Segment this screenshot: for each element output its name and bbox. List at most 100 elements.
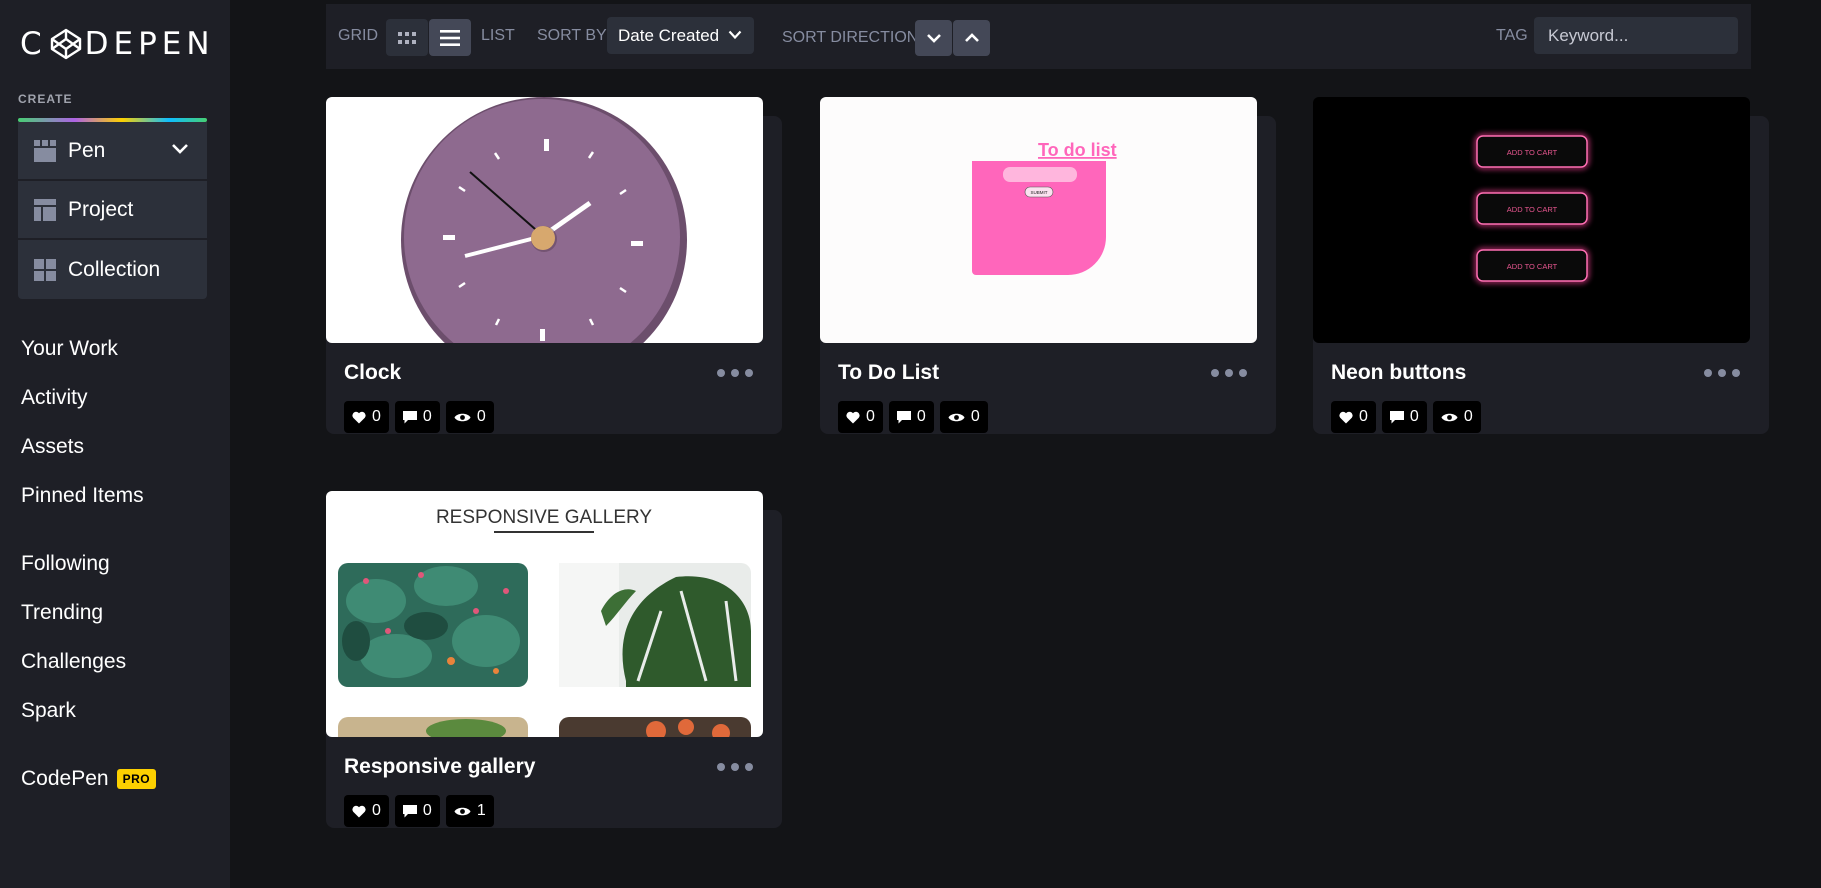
grid-label: GRID — [338, 27, 378, 44]
primary-nav: Your Work Activity Assets Pinned Items — [21, 324, 221, 520]
nav-your-work[interactable]: Your Work — [21, 324, 221, 373]
pen-thumbnail[interactable] — [326, 97, 763, 343]
view-count: 0 — [1463, 408, 1473, 425]
create-collection-button[interactable]: Collection — [18, 240, 207, 299]
like-count: 0 — [372, 408, 381, 425]
pen-thumbnail[interactable]: RESPONSIVE GALLERY — [326, 491, 763, 737]
list-icon — [440, 29, 460, 46]
sort-direction-label: SORT DIRECTION — [782, 29, 919, 46]
more-options-button[interactable] — [1211, 363, 1247, 383]
create-project-button[interactable]: Project — [18, 181, 207, 240]
to-do-list-preview-title: To do list — [1038, 140, 1117, 160]
secondary-nav: Following Trending Challenges Spark — [21, 539, 221, 735]
pen-card-clock: Clock 0 0 0 — [326, 97, 782, 434]
create-project-label: Project — [68, 197, 134, 221]
comment-count: 0 — [1409, 408, 1419, 425]
pen-card-neon-buttons: ADD TO CART ADD TO CART ADD TO CART Neon… — [1313, 97, 1769, 434]
nav-trending[interactable]: Trending — [21, 588, 221, 637]
heart-icon — [352, 411, 366, 423]
views-button[interactable]: 0 — [939, 401, 988, 433]
sort-by-label: SORT BY — [537, 27, 607, 44]
nav-activity[interactable]: Activity — [21, 373, 221, 422]
eye-icon — [454, 807, 471, 815]
pen-title[interactable]: Neon buttons — [1331, 361, 1466, 385]
pen-thumbnail[interactable]: ADD TO CART ADD TO CART ADD TO CART — [1313, 97, 1750, 343]
like-button[interactable]: 0 — [344, 795, 389, 827]
chevron-down-icon — [728, 30, 742, 40]
grid-icon — [398, 31, 416, 44]
neon-preview-button-label: ADD TO CART — [1507, 205, 1558, 214]
views-button[interactable]: 0 — [1432, 401, 1481, 433]
chevron-down-icon[interactable] — [171, 143, 189, 155]
heart-icon — [846, 411, 860, 423]
list-label: LIST — [481, 27, 515, 44]
comment-count: 0 — [422, 802, 432, 819]
like-button[interactable]: 0 — [1331, 401, 1376, 433]
codepen-cube-icon — [50, 28, 81, 60]
tag-keyword-input[interactable] — [1534, 17, 1738, 54]
tag-label: TAG — [1496, 27, 1528, 44]
pen-card-to-do-list: To do list SUBMIT To Do List 0 0 0 — [820, 97, 1276, 434]
pen-thumbnail[interactable]: To do list SUBMIT — [820, 97, 1257, 343]
comments-button[interactable]: 0 — [394, 795, 440, 827]
comment-icon — [1389, 410, 1404, 423]
nav-spark[interactable]: Spark — [21, 686, 221, 735]
sort-by-select[interactable]: Date Created — [607, 17, 754, 54]
create-group: Pen Project Collection — [18, 122, 207, 299]
grid-view-button[interactable] — [386, 19, 428, 56]
chevron-up-icon — [964, 33, 979, 42]
sort-descending-button[interactable] — [915, 20, 952, 56]
views-button[interactable]: 1 — [445, 795, 494, 827]
like-count: 0 — [866, 408, 875, 425]
responsive-gallery-preview-image: RESPONSIVE GALLERY — [338, 507, 751, 737]
views-button[interactable]: 0 — [445, 401, 494, 433]
create-label: CREATE — [18, 92, 73, 106]
view-count: 1 — [476, 802, 486, 819]
comment-count: 0 — [422, 408, 432, 425]
nav-challenges[interactable]: Challenges — [21, 637, 221, 686]
clock-preview-image — [401, 97, 687, 343]
chevron-down-icon — [926, 34, 941, 43]
view-count: 0 — [476, 408, 486, 425]
heart-icon — [1339, 411, 1353, 423]
pen-card-responsive-gallery: RESPONSIVE GALLERY Responsive gallery 0 — [326, 491, 782, 828]
to-do-list-preview-button: SUBMIT — [1030, 190, 1047, 195]
codepen-pro-link[interactable]: CodePen PRO — [21, 763, 157, 795]
eye-icon — [1441, 413, 1458, 421]
more-options-button[interactable] — [717, 757, 753, 777]
nav-following[interactable]: Following — [21, 539, 221, 588]
pen-title[interactable]: Clock — [344, 361, 401, 385]
comments-button[interactable]: 0 — [394, 401, 440, 433]
pen-stats: 0 0 0 — [1331, 401, 1481, 433]
codepen-logo[interactable]: C DEPEN — [20, 26, 215, 62]
neon-preview-button-label: ADD TO CART — [1507, 262, 1558, 271]
list-view-button[interactable] — [429, 19, 471, 56]
project-icon — [34, 198, 56, 221]
more-options-button[interactable] — [717, 363, 753, 383]
more-options-button[interactable] — [1704, 363, 1740, 383]
neon-buttons-preview-image: ADD TO CART ADD TO CART ADD TO CART — [1475, 134, 1589, 283]
like-button[interactable]: 0 — [344, 401, 389, 433]
eye-icon — [454, 413, 471, 421]
pen-stats: 0 0 0 — [344, 401, 494, 433]
pen-stats: 0 0 0 — [838, 401, 988, 433]
pen-title[interactable]: Responsive gallery — [344, 755, 535, 779]
nav-assets[interactable]: Assets — [21, 422, 221, 471]
comments-button[interactable]: 0 — [1381, 401, 1427, 433]
nav-pinned-items[interactable]: Pinned Items — [21, 471, 221, 520]
neon-preview-button-label: ADD TO CART — [1507, 148, 1558, 157]
codepen-pro-label: CodePen — [21, 767, 109, 790]
sort-by-value: Date Created — [618, 25, 720, 45]
filter-toolbar: GRID LIST SORT BY Date Created SORT DIRE… — [326, 4, 1751, 69]
create-pen-button[interactable]: Pen — [18, 122, 207, 181]
comment-icon — [402, 410, 417, 423]
like-count: 0 — [372, 802, 381, 819]
comment-icon — [896, 410, 911, 423]
pen-icon — [34, 139, 56, 162]
pen-title[interactable]: To Do List — [838, 361, 939, 385]
comments-button[interactable]: 0 — [888, 401, 934, 433]
to-do-list-preview-image: To do list SUBMIT — [972, 140, 1117, 275]
comment-icon — [402, 804, 417, 817]
like-button[interactable]: 0 — [838, 401, 883, 433]
sort-ascending-button[interactable] — [953, 20, 990, 56]
